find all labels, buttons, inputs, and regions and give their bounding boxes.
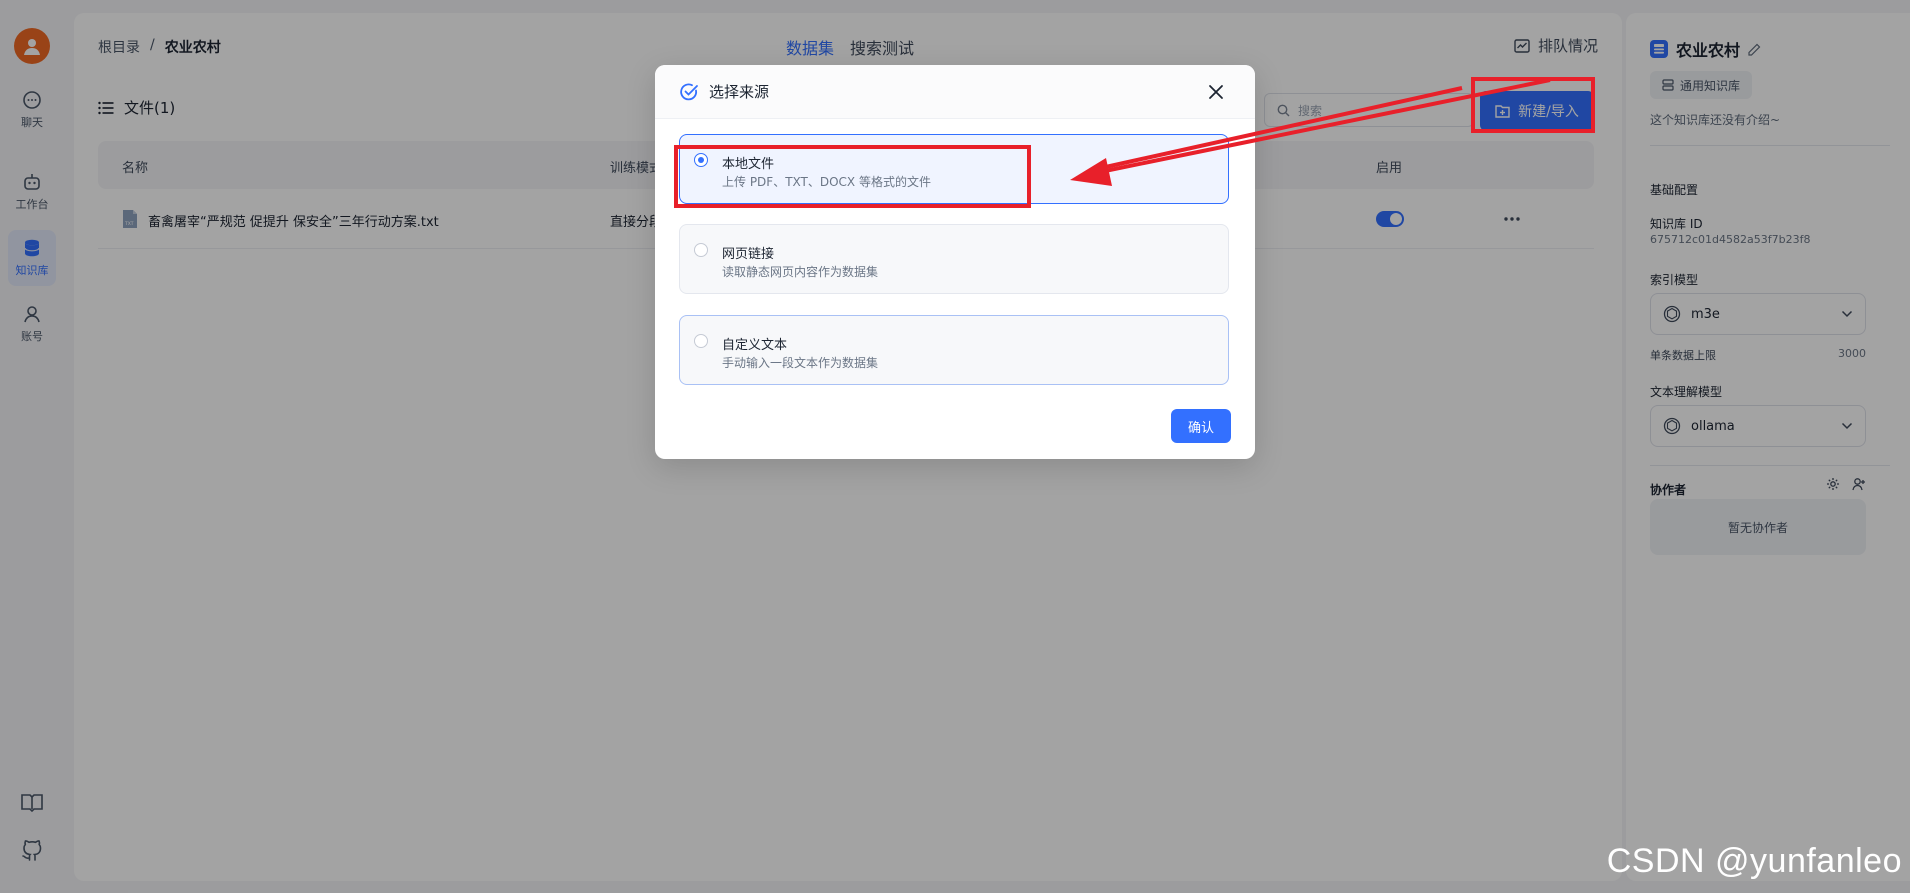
option-desc: 手动输入一段文本作为数据集 — [722, 356, 879, 370]
select-source-modal: 选择来源 本地文件 上传 PDF、TXT、DOCX 等格式的文件 网页链接 读取… — [655, 65, 1255, 459]
annotation-box-local-file — [674, 145, 1031, 208]
close-icon[interactable] — [1207, 83, 1225, 101]
option-title: 自定义文本 — [722, 338, 788, 353]
modal-title: 选择来源 — [679, 81, 769, 102]
option-title: 网页链接 — [722, 247, 775, 262]
radio-unselected[interactable] — [694, 243, 708, 257]
modal-header: 选择来源 — [655, 65, 1255, 119]
source-option-web-link[interactable]: 网页链接 读取静态网页内容作为数据集 — [679, 224, 1229, 294]
modal-title-text: 选择来源 — [709, 83, 770, 101]
source-option-custom-text[interactable]: 自定义文本 手动输入一段文本作为数据集 — [679, 315, 1229, 385]
option-desc: 读取静态网页内容作为数据集 — [722, 265, 879, 279]
annotation-box-new-import — [1471, 77, 1595, 133]
check-circle-icon — [680, 83, 698, 100]
confirm-button[interactable]: 确认 — [1171, 409, 1231, 443]
watermark-text: CSDN @yunfanleo — [1606, 842, 1902, 880]
radio-unselected[interactable] — [694, 334, 708, 348]
